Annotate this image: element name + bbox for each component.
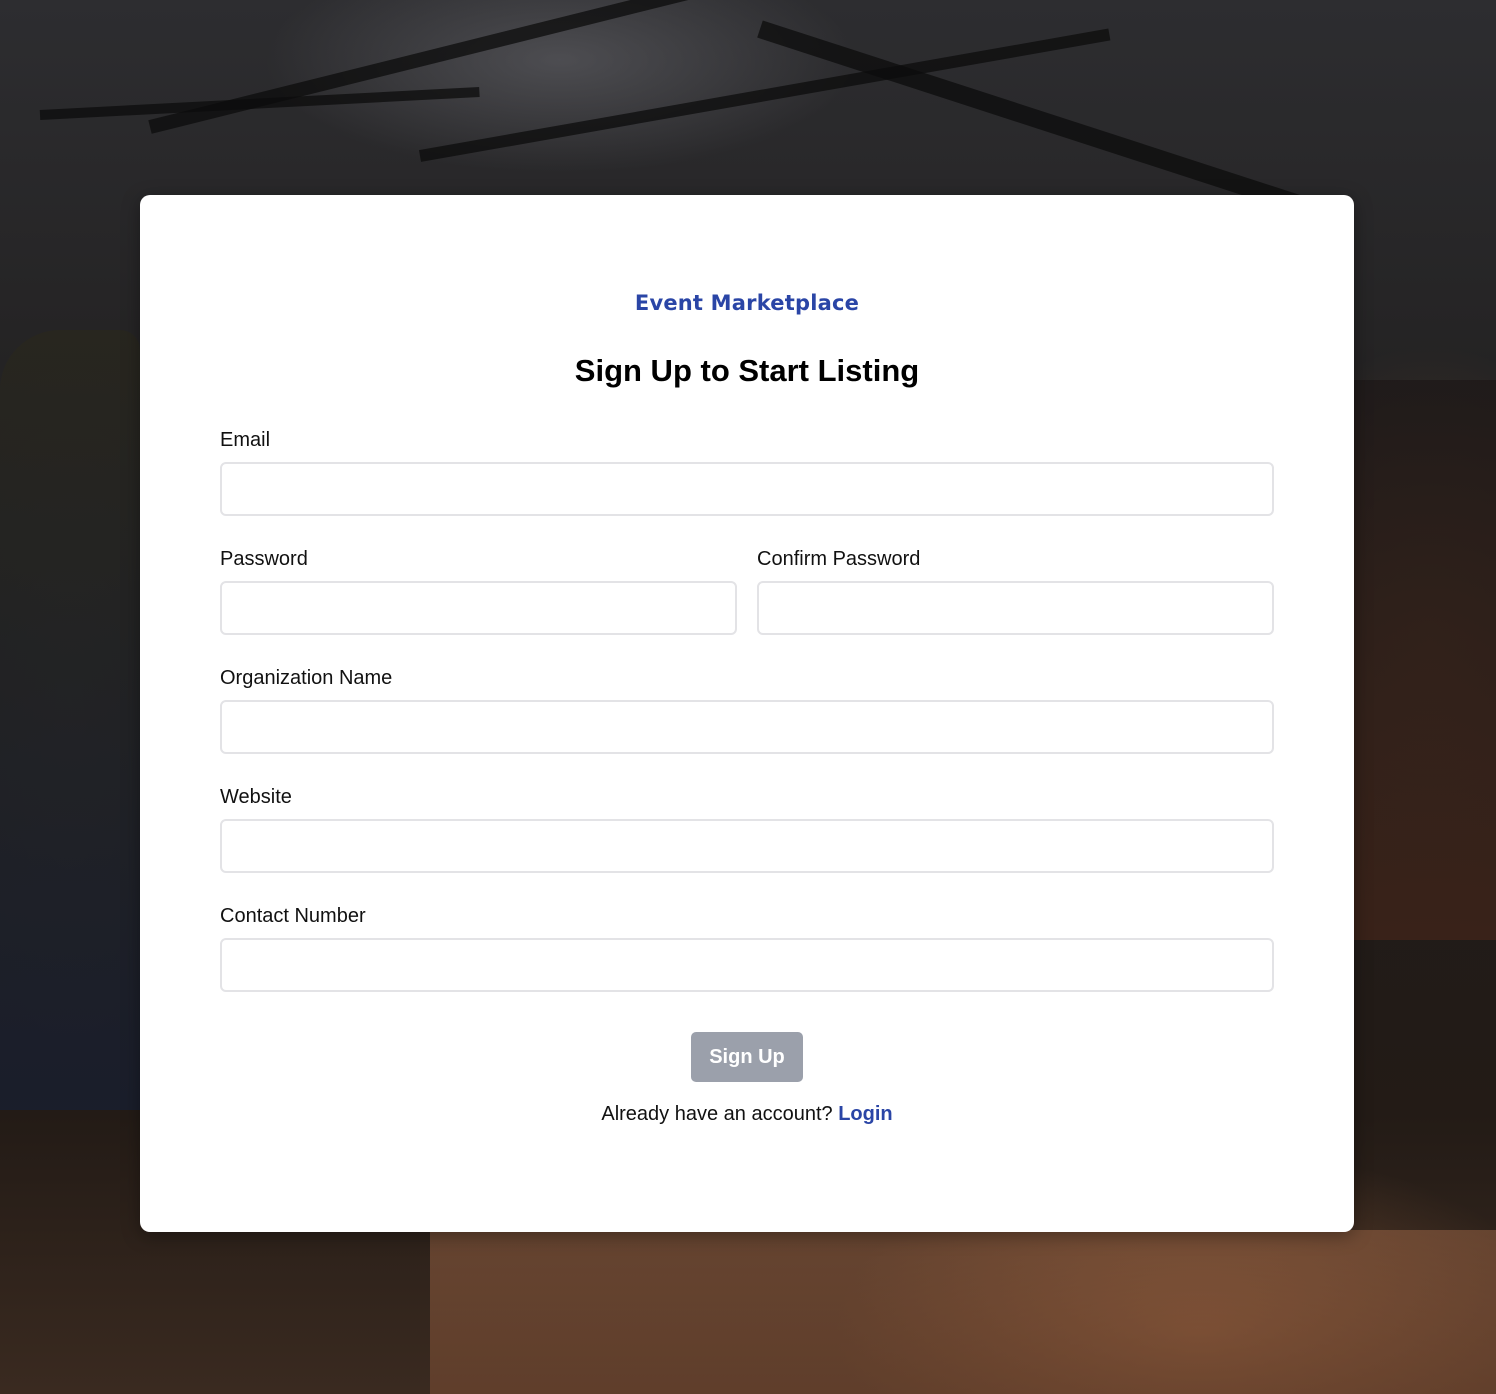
roof-beam bbox=[418, 28, 1111, 162]
contact-number-field[interactable] bbox=[220, 938, 1274, 992]
organization-name-field[interactable] bbox=[220, 700, 1274, 754]
password-label: Password bbox=[220, 548, 308, 570]
contact-number-label: Contact Number bbox=[220, 905, 366, 927]
website-field[interactable] bbox=[220, 819, 1274, 873]
password-field[interactable] bbox=[220, 581, 737, 635]
sign-up-button[interactable]: Sign Up bbox=[691, 1032, 803, 1082]
roof-beam bbox=[148, 0, 851, 134]
page-title: Sign Up to Start Listing bbox=[574, 353, 920, 388]
signup-card: Event Marketplace Sign Up to Start Listi… bbox=[140, 195, 1354, 1232]
organization-name-label: Organization Name bbox=[220, 667, 393, 689]
background-crowd bbox=[1354, 380, 1496, 940]
background-person bbox=[0, 330, 140, 1110]
login-link[interactable]: Login bbox=[838, 1103, 892, 1125]
brand-logo: Event Marketplace bbox=[634, 291, 860, 315]
email-label: Email bbox=[220, 429, 271, 451]
confirm-password-label: Confirm Password bbox=[757, 548, 921, 570]
background-sofa bbox=[430, 1230, 1496, 1394]
email-field[interactable] bbox=[220, 462, 1274, 516]
website-label: Website bbox=[220, 786, 292, 808]
confirm-password-field[interactable] bbox=[757, 581, 1274, 635]
login-prompt: Already have an account? Login bbox=[140, 1103, 1354, 1126]
login-prompt-text: Already have an account? bbox=[601, 1103, 833, 1125]
